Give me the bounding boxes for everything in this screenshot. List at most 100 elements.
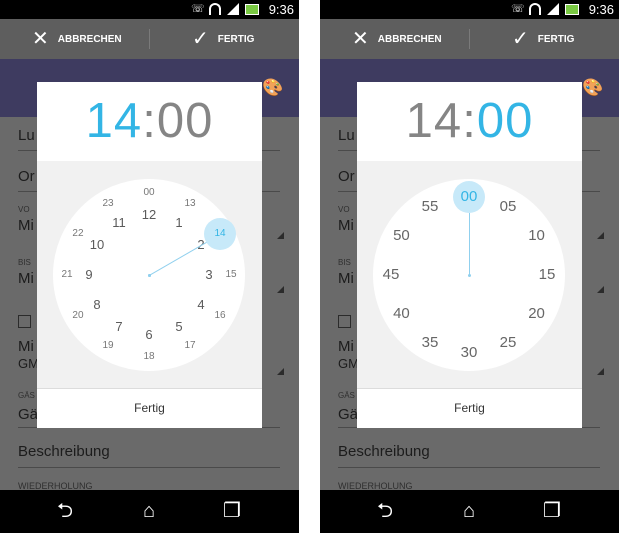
- clock-number-35[interactable]: 35: [417, 334, 443, 352]
- clock-number-17[interactable]: 17: [177, 337, 203, 355]
- to-label-fragment: BIS: [338, 258, 351, 267]
- timezone-fragment-2: GM: [18, 356, 39, 371]
- clock-number-55[interactable]: 55: [417, 198, 443, 216]
- time-separator: :: [142, 94, 157, 148]
- clock-number-16[interactable]: 16: [207, 307, 233, 325]
- status-bar: ☏ 9:36: [320, 0, 619, 19]
- clock-number-19[interactable]: 19: [95, 337, 121, 355]
- palette-icon[interactable]: 🎨: [582, 78, 603, 98]
- checkmark-icon: ✓: [192, 28, 209, 50]
- back-icon[interactable]: ⮌: [53, 500, 77, 522]
- cancel-button[interactable]: ✕ ABBRECHEN: [352, 19, 442, 59]
- hour-clock-face[interactable]: 121234567891011001314151617181920212223: [53, 179, 245, 371]
- status-bar: ☏ 9:36: [0, 0, 299, 19]
- clock-number-50[interactable]: 50: [388, 227, 414, 245]
- from-value-fragment[interactable]: Mi: [18, 217, 34, 234]
- clock-number-22[interactable]: 22: [65, 225, 91, 243]
- guests-label-fragment: GÄS: [338, 391, 355, 400]
- clock-number-45[interactable]: 45: [378, 266, 404, 284]
- minute-display[interactable]: 00: [477, 94, 534, 148]
- clock-number-6[interactable]: 6: [136, 326, 162, 344]
- timezone-fragment-1[interactable]: Mi: [338, 338, 354, 355]
- guests-field-fragment[interactable]: Gä: [338, 406, 358, 423]
- clock-number-12[interactable]: 12: [136, 206, 162, 224]
- action-divider: [149, 29, 150, 49]
- phone-screen-minutes: ☏ 9:36 ✕ ABBRECHEN ✓ FERTIG 🎨 Lu Or VO M…: [320, 0, 619, 533]
- minute-clock-face[interactable]: 00 05 10 15 20 25 30 35 40 45 50 55: [373, 179, 565, 371]
- from-dropdown-icon: [277, 232, 284, 239]
- clock-number-13[interactable]: 13: [177, 195, 203, 213]
- from-label-fragment: VO: [338, 205, 350, 214]
- clock-number-21[interactable]: 21: [54, 266, 80, 284]
- clock-area: 00 05 10 15 20 25 30 35 40 45 50 55: [357, 161, 582, 388]
- home-icon[interactable]: ⌂: [137, 500, 161, 522]
- clock-number-30[interactable]: 30: [456, 344, 482, 362]
- clock-number-20[interactable]: 20: [65, 307, 91, 325]
- all-day-checkbox[interactable]: [18, 315, 31, 328]
- palette-icon[interactable]: 🎨: [262, 78, 283, 98]
- clock-number-5[interactable]: 5: [166, 318, 192, 336]
- from-value-fragment[interactable]: Mi: [338, 217, 354, 234]
- clock-number-25[interactable]: 25: [495, 334, 521, 352]
- done-button[interactable]: ✓ FERTIG: [512, 19, 574, 59]
- guests-field-fragment[interactable]: Gä: [18, 406, 38, 423]
- time-header: 14:00: [357, 82, 582, 161]
- to-value-fragment[interactable]: Mi: [338, 270, 354, 287]
- clock-number-18[interactable]: 18: [136, 348, 162, 366]
- title-field-fragment[interactable]: Lu: [18, 127, 35, 144]
- clock-number-11[interactable]: 11: [106, 214, 132, 232]
- clock-number-00[interactable]: 00: [456, 188, 482, 206]
- back-icon[interactable]: ⮌: [373, 500, 397, 522]
- clock-number-23[interactable]: 23: [95, 195, 121, 213]
- clock-number-15[interactable]: 15: [534, 266, 560, 284]
- dialog-done-button[interactable]: Fertig: [357, 389, 582, 428]
- time-header: 14:00: [37, 82, 262, 161]
- cancel-label: ABBRECHEN: [377, 33, 442, 45]
- clock-number-7[interactable]: 7: [106, 318, 132, 336]
- description-underline: [338, 467, 600, 468]
- time-picker-dialog: 14:00 00 05 10 15 20 25 30 35 40 45 50 55 Fertig: [357, 82, 582, 428]
- to-dropdown-icon: [277, 286, 284, 293]
- timezone-fragment-2: GM: [338, 356, 359, 371]
- battery-icon: [565, 4, 579, 15]
- action-bar: ✕ ABBRECHEN ✓ FERTIG: [0, 19, 299, 59]
- clock-area: 121234567891011001314151617181920212223: [37, 161, 262, 388]
- recent-apps-icon[interactable]: ❐: [220, 500, 244, 522]
- wifi-icon: [529, 3, 541, 15]
- location-field-fragment[interactable]: Or: [338, 168, 355, 185]
- signal-icon: [227, 3, 239, 15]
- clock-center: [148, 274, 151, 277]
- clock-number-00[interactable]: 00: [136, 184, 162, 202]
- all-day-checkbox[interactable]: [338, 315, 351, 328]
- done-label: FERTIG: [537, 33, 575, 45]
- action-divider: [469, 29, 470, 49]
- title-field-fragment[interactable]: Lu: [338, 127, 355, 144]
- clock-number-20[interactable]: 20: [524, 305, 550, 323]
- dialog-done-button[interactable]: Fertig: [37, 389, 262, 428]
- hour-display[interactable]: 14: [86, 94, 143, 148]
- clock-number-40[interactable]: 40: [388, 305, 414, 323]
- clock-number-10[interactable]: 10: [524, 227, 550, 245]
- from-label-fragment: VO: [18, 205, 30, 214]
- location-field-fragment[interactable]: Or: [18, 168, 35, 185]
- action-bar: ✕ ABBRECHEN ✓ FERTIG: [320, 19, 619, 59]
- battery-icon: [245, 4, 259, 15]
- to-value-fragment[interactable]: Mi: [18, 270, 34, 287]
- phone-screen-hours: ☏ 9:36 ✕ ABBRECHEN ✓ FERTIG 🎨 Lu Or VO M…: [0, 0, 299, 533]
- clock-number-14[interactable]: 14: [207, 225, 233, 243]
- vibrate-icon: ☏: [511, 3, 525, 15]
- clock-number-05[interactable]: 05: [495, 198, 521, 216]
- timezone-dropdown-icon: [597, 368, 604, 375]
- recent-apps-icon[interactable]: ❐: [540, 500, 564, 522]
- hour-display[interactable]: 14: [406, 94, 463, 148]
- cancel-button[interactable]: ✕ ABBRECHEN: [32, 19, 122, 59]
- clock-number-15[interactable]: 15: [218, 266, 244, 284]
- timezone-fragment-1[interactable]: Mi: [18, 338, 34, 355]
- minute-display[interactable]: 00: [157, 94, 214, 148]
- clock-number-1[interactable]: 1: [166, 214, 192, 232]
- done-button[interactable]: ✓ FERTIG: [192, 19, 254, 59]
- description-field[interactable]: Beschreibung: [338, 443, 430, 460]
- description-underline: [18, 467, 280, 468]
- description-field[interactable]: Beschreibung: [18, 443, 110, 460]
- home-icon[interactable]: ⌂: [457, 500, 481, 522]
